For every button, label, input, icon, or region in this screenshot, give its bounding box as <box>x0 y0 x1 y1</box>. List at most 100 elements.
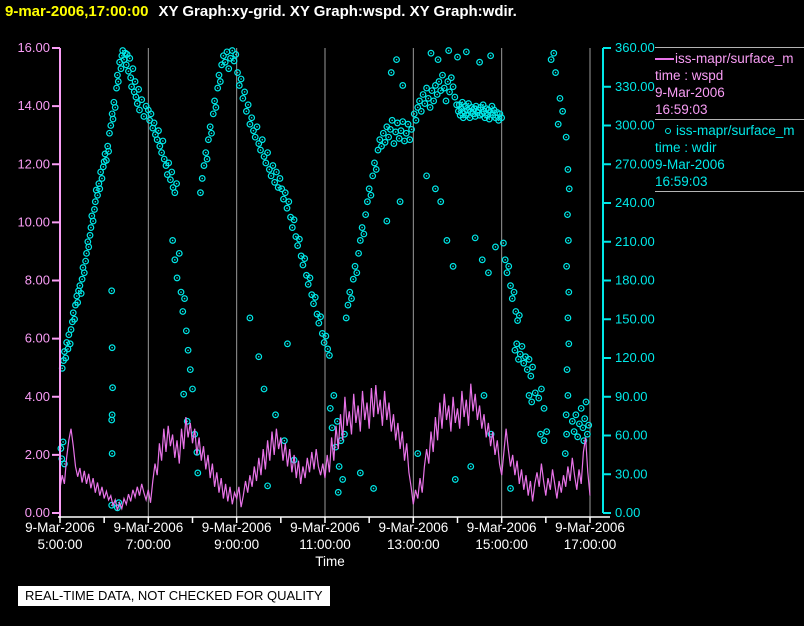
wdir-scatter-point-center <box>136 102 139 105</box>
wdir-scatter-point-center <box>101 177 103 180</box>
wdir-scatter-point-center <box>427 97 430 100</box>
wdir-scatter-point-center <box>319 315 322 318</box>
wdir-scatter-point-center <box>321 332 324 335</box>
wdir-scatter-point-center <box>80 292 82 295</box>
wdir-scatter-point-center <box>224 61 226 64</box>
wdir-scatter-point-center <box>128 57 131 60</box>
left-y-tick-label: 8.00 <box>25 273 50 288</box>
wdir-scatter-point-center <box>394 131 397 133</box>
wdir-scatter-point-center <box>93 208 96 211</box>
wdir-scatter-point-center <box>403 140 406 142</box>
wdir-scatter-point-center <box>212 113 215 115</box>
legend-series-time: 16:59:03 <box>655 102 708 117</box>
wdir-scatter-point-center <box>543 407 545 410</box>
wdir-scatter-point-center <box>275 171 278 173</box>
wdir-scatter-point-center <box>348 291 351 293</box>
wdir-scatter-point-center <box>575 414 577 416</box>
right-y-tick-label: 90.00 <box>615 389 648 404</box>
x-tick-time-label: 9:00:00 <box>214 537 259 552</box>
wdir-scatter-point-center <box>69 342 71 345</box>
wdir-scatter-point-center <box>517 358 520 361</box>
wdir-scatter-point-center <box>132 67 134 70</box>
wdir-scatter-point-center <box>326 348 329 350</box>
wdir-scatter-point-center <box>245 110 248 113</box>
wdir-scatter-point-center <box>401 84 404 87</box>
x-tick-date-label: 9-Mar-2006 <box>555 520 625 535</box>
wdir-scatter-point-center <box>566 368 568 371</box>
wdir-scatter-point-center <box>170 171 173 173</box>
wdir-scatter-point-center <box>268 168 271 171</box>
wdir-scatter-point-center <box>111 386 114 389</box>
wdir-scatter-point-center <box>515 310 517 313</box>
wdir-scatter-point-center <box>436 93 438 96</box>
wdir-scatter-point-center <box>361 226 363 229</box>
right-y-tick-label: 30.00 <box>615 466 648 481</box>
x-tick-time-label: 13:00:00 <box>387 537 440 552</box>
wdir-scatter-point-center <box>373 162 376 164</box>
x-tick-date-label: 9-Mar-2006 <box>290 520 360 535</box>
wdir-scatter-point-center <box>90 226 92 229</box>
right-y-tick-label: 180.00 <box>615 273 655 288</box>
wdir-scatter-point-center <box>109 124 112 127</box>
right-y-tick-label: 60.00 <box>615 428 648 443</box>
wdir-scatter-point-center <box>284 191 287 194</box>
wdir-scatter-point-center <box>105 159 108 162</box>
wdir-scatter-point-center <box>286 342 289 345</box>
wdir-scatter-point-center <box>401 120 404 123</box>
wdir-scatter-point-center <box>175 182 178 185</box>
wdir-scatter-point-center <box>305 274 308 277</box>
wdir-scatter-point-center <box>233 60 235 62</box>
wdir-scatter-point-center <box>61 367 64 370</box>
left-y-tick-label: 0.00 <box>25 505 50 520</box>
wdir-scatter-point-center <box>366 200 369 203</box>
wdir-scatter-point-center <box>573 430 575 433</box>
wdir-scatter-point-center <box>482 104 484 106</box>
wdir-scatter-point-center <box>111 414 113 416</box>
left-y-tick-label: 14.00 <box>17 98 50 113</box>
wdir-scatter-point-center <box>509 284 512 287</box>
wdir-scatter-point-center <box>387 136 390 138</box>
wdir-scatter-point-center <box>67 348 69 350</box>
legend: iss-mapr/surface_m time : wspd 9-Mar-200… <box>655 47 804 192</box>
wdir-scatter-point-center <box>564 452 567 455</box>
wdir-scatter-point-center <box>534 392 537 394</box>
wdir-scatter-point-center <box>521 345 523 348</box>
wdir-scatter-point-center <box>300 255 302 257</box>
wdir-scatter-point-center <box>283 439 286 442</box>
wdir-scatter-point-center <box>110 290 113 292</box>
legend-entry-wspd: iss-mapr/surface_m time : wspd 9-Mar-200… <box>655 48 804 120</box>
wdir-scatter-point-center <box>386 220 388 222</box>
wdir-scatter-point-center <box>415 119 417 122</box>
wdir-scatter-point-center <box>567 168 569 171</box>
wdir-scatter-point-center <box>307 283 310 286</box>
wdir-scatter-point-center <box>565 414 567 416</box>
wdir-scatter-point-center <box>422 93 424 96</box>
wdir-scatter-point-center <box>252 129 255 132</box>
wdir-scatter-point-center <box>298 238 301 240</box>
wdir-scatter-point-center <box>123 58 125 61</box>
wdir-scatter-point-center <box>62 441 64 443</box>
wdir-scatter-point-center <box>207 138 210 141</box>
wdir-scatter-point-center <box>160 151 163 154</box>
wdir-scatter-point-center <box>220 63 223 66</box>
wdir-scatter-point-center <box>110 419 113 421</box>
wdir-scatter-point-center <box>469 465 472 468</box>
wdir-scatter-point-center <box>539 433 542 436</box>
wdir-scatter-point-center <box>167 162 170 164</box>
wdir-scatter-point-center <box>63 350 66 353</box>
wdir-scatter-point-center <box>279 177 281 180</box>
wdir-scatter-point-center <box>550 58 552 61</box>
wdir-scatter-point-center <box>333 394 335 397</box>
wdir-scatter-point-center <box>229 57 232 60</box>
x-tick-date-label: 9-Mar-2006 <box>25 520 95 535</box>
wdir-scatter-point-center <box>135 96 137 98</box>
wdir-scatter-point-center <box>87 246 90 248</box>
wdir-scatter-point-center <box>438 80 440 83</box>
x-tick-date-label: 9-Mar-2006 <box>378 520 448 535</box>
wdir-scatter-point-center <box>81 278 83 281</box>
wdir-scatter-point-center <box>115 87 118 89</box>
wdir-scatter-point-center <box>204 151 207 154</box>
wdir-scatter-point-center <box>446 239 448 242</box>
wdir-scatter-point-center <box>286 207 288 209</box>
wdir-scatter-point-center <box>226 51 228 53</box>
